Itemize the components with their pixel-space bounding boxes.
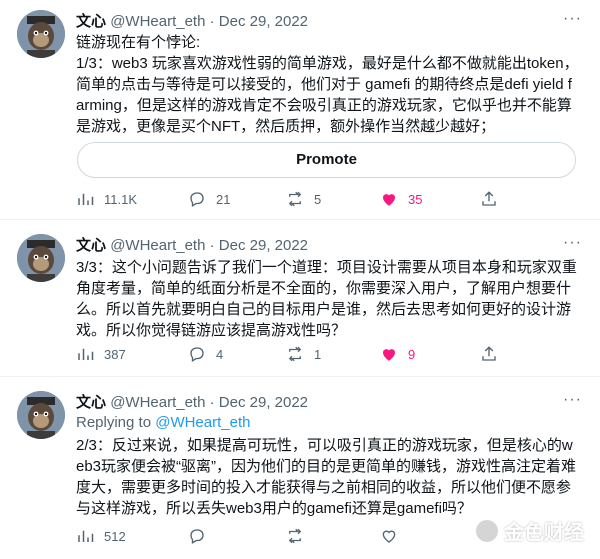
separator-dot: · <box>209 237 215 254</box>
reply-count: 4 <box>216 346 224 362</box>
watermark-logo-icon <box>476 519 498 542</box>
tweet-text: 3/3：这个小问题告诉了我们一个道理：项目设计需要从项目本身和玩家双重角度考量，… <box>76 259 577 339</box>
watermark-text: 金色财经 <box>504 522 584 544</box>
author-handle[interactable]: @WHeart_eth <box>110 394 205 411</box>
more-icon[interactable]: ··· <box>563 391 582 409</box>
retweet-icon <box>288 528 302 544</box>
reply-icon <box>190 192 204 207</box>
promote-button[interactable]: Promote <box>77 142 576 178</box>
separator-dot: · <box>209 394 215 411</box>
reply-icon <box>190 529 204 544</box>
share-icon <box>482 346 496 361</box>
watermark: 金色财经 <box>476 516 584 545</box>
author-name[interactable]: 文心 <box>76 237 106 254</box>
views-button[interactable]: 387 <box>76 345 126 363</box>
tweet-date[interactable]: Dec 29, 2022 <box>219 237 308 254</box>
views-button[interactable]: 512 <box>76 527 126 545</box>
retweet-count: 5 <box>314 191 322 207</box>
like-button[interactable] <box>380 527 408 545</box>
reply-icon <box>190 347 204 362</box>
avatar[interactable] <box>17 391 65 439</box>
views-button[interactable]: 11.1K <box>76 190 137 208</box>
tweet-date[interactable]: Dec 29, 2022 <box>219 13 308 30</box>
views-count: 512 <box>104 528 126 544</box>
replying-to-handle[interactable]: @WHeart_eth <box>155 414 250 431</box>
reply-button[interactable] <box>188 527 216 545</box>
tweet-2[interactable]: 文心 @WHeart_eth · Dec 29, 2022 ··· 3/3：这个… <box>0 220 600 376</box>
replying-to: Replying to @WHeart_eth <box>76 414 250 431</box>
replying-prefix: Replying to <box>76 414 152 431</box>
like-count: 35 <box>408 191 423 207</box>
tweet-text: 链游现在有个悖论: 1/3：web3 玩家喜欢游戏性弱的简单游戏，最好是什么都不… <box>76 34 579 135</box>
retweet-button[interactable] <box>286 527 314 545</box>
like-icon <box>383 349 395 361</box>
tweet-header: 文心 @WHeart_eth · Dec 29, 2022 <box>76 234 308 255</box>
reply-count: 21 <box>216 191 231 207</box>
views-count: 11.1K <box>104 191 138 207</box>
reply-button[interactable]: 21 <box>188 190 230 208</box>
retweet-icon <box>288 346 302 362</box>
separator-dot: · <box>209 13 215 30</box>
more-icon[interactable]: ··· <box>563 10 582 28</box>
tweet-1[interactable]: 文心 @WHeart_eth · Dec 29, 2022 ··· 链游现在有个… <box>0 0 600 219</box>
tweet-actions: 11.1K 21 5 35 <box>76 190 576 210</box>
like-count: 9 <box>408 346 416 362</box>
like-icon <box>383 194 395 206</box>
retweet-icon <box>288 191 302 207</box>
views-icon <box>78 530 94 542</box>
like-icon <box>382 530 396 543</box>
more-icon[interactable]: ··· <box>563 234 582 252</box>
tweet-header: 文心 @WHeart_eth · Dec 29, 2022 <box>76 391 308 412</box>
avatar[interactable] <box>17 10 65 58</box>
tweet-header: 文心 @WHeart_eth · Dec 29, 2022 <box>76 10 308 31</box>
reply-button[interactable]: 4 <box>188 345 223 363</box>
tweet-text: 2/3：反过来说，如果提高可玩性，可以吸引真正的游戏玩家，但是核心的web3玩家… <box>76 437 577 517</box>
author-name[interactable]: 文心 <box>76 13 106 30</box>
share-icon <box>482 191 496 206</box>
views-icon <box>78 348 94 360</box>
views-icon <box>78 193 94 205</box>
share-button[interactable] <box>480 190 508 208</box>
avatar-ape-icon <box>17 10 65 58</box>
retweet-button[interactable]: 5 <box>286 190 321 208</box>
retweet-button[interactable]: 1 <box>286 345 321 363</box>
avatar-ape-icon <box>17 391 65 439</box>
author-name[interactable]: 文心 <box>76 394 106 411</box>
avatar-ape-icon <box>17 234 65 282</box>
author-handle[interactable]: @WHeart_eth <box>110 237 205 254</box>
tweet-actions: 387 4 1 9 <box>76 345 576 365</box>
like-button[interactable]: 35 <box>380 190 422 208</box>
like-button[interactable]: 9 <box>380 345 415 363</box>
author-handle[interactable]: @WHeart_eth <box>110 13 205 30</box>
avatar[interactable] <box>17 234 65 282</box>
views-count: 387 <box>104 346 126 362</box>
retweet-count: 1 <box>314 346 322 362</box>
tweet-date[interactable]: Dec 29, 2022 <box>219 394 308 411</box>
share-button[interactable] <box>480 345 508 363</box>
